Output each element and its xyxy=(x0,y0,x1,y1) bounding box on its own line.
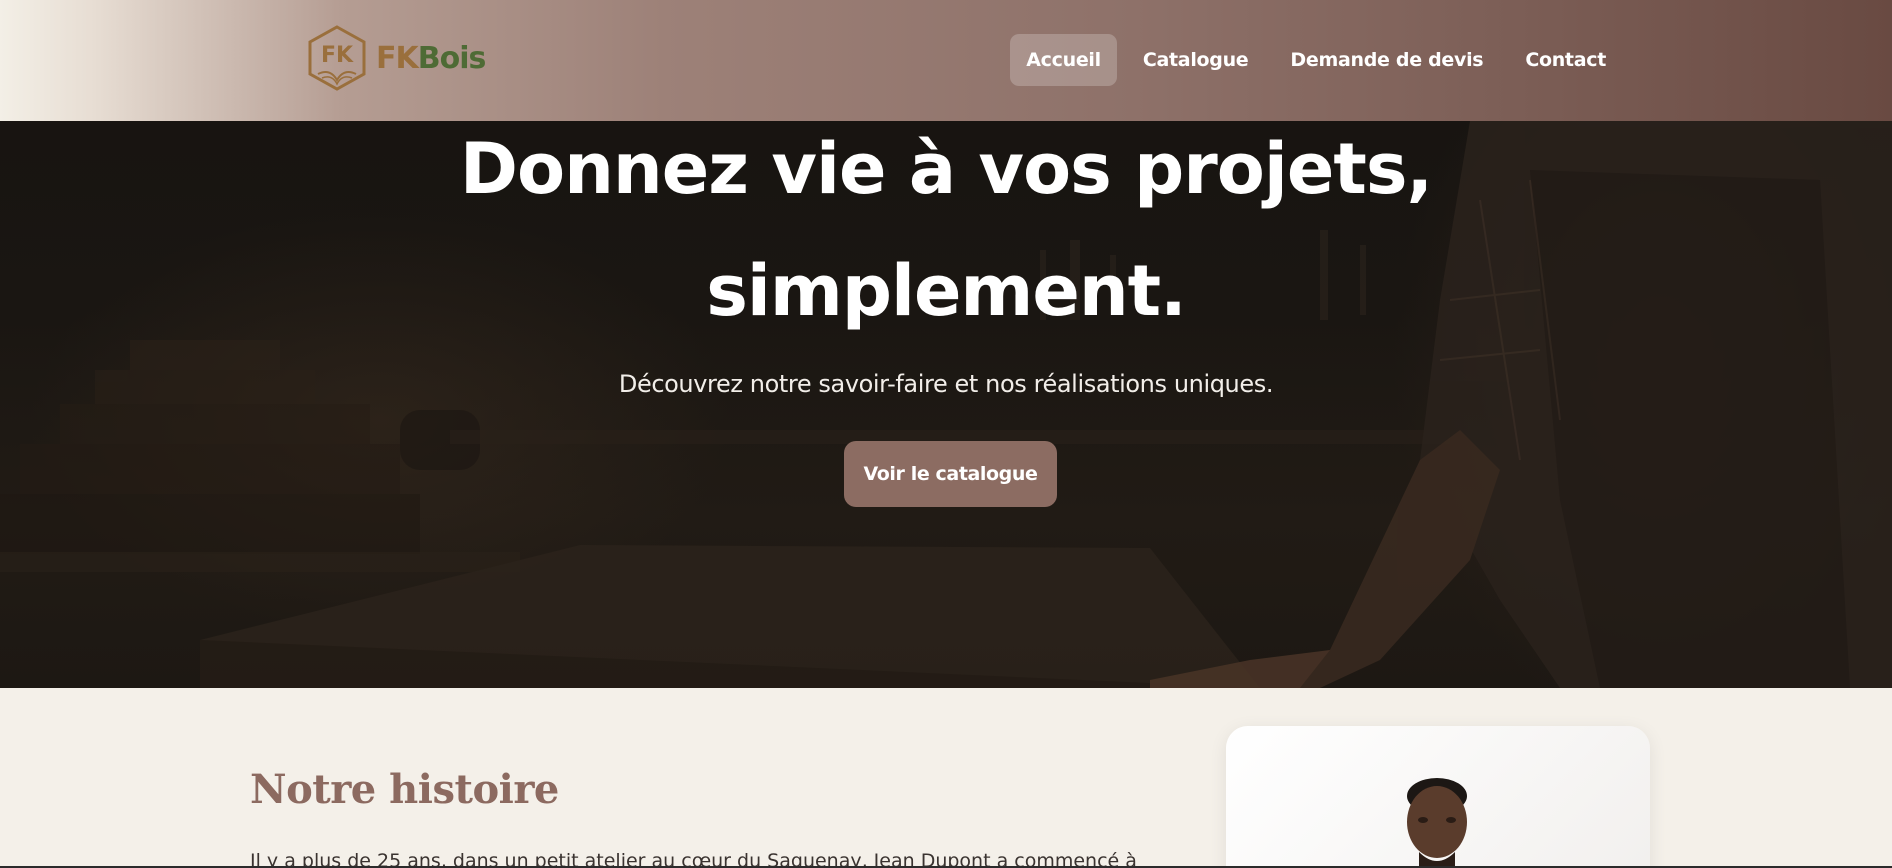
site-header: FK FKBois Accueil Catalogue Demande de d… xyxy=(0,0,1892,121)
about-title: Notre histoire xyxy=(250,766,559,813)
brand-logo[interactable]: FK FKBois xyxy=(306,24,487,92)
founder-portrait-image xyxy=(1407,778,1467,868)
logo-monogram: FK xyxy=(321,43,354,68)
hero-title: Donnez vie à vos projets, simplement. xyxy=(0,108,1892,352)
nav-item-accueil[interactable]: Accueil xyxy=(1010,34,1117,86)
nav-item-contact[interactable]: Contact xyxy=(1509,34,1622,86)
brand-name-part1: FK xyxy=(376,40,419,76)
hero-subtitle: Découvrez notre savoir-faire et nos réal… xyxy=(618,370,1274,398)
hero-title-line2: simplement. xyxy=(706,250,1186,332)
fk-hexagon-logo-icon: FK xyxy=(308,25,366,91)
about-section: Notre histoire Il y a plus de 25 ans, da… xyxy=(0,688,1892,868)
founder-photo-card xyxy=(1226,726,1650,868)
brand-name: FKBois xyxy=(376,40,487,76)
hero-title-line1: Donnez vie à vos projets, xyxy=(459,128,1433,210)
brand-name-part2: Bois xyxy=(417,40,487,76)
main-nav: Accueil Catalogue Demande de devis Conta… xyxy=(1010,34,1622,86)
view-catalogue-button[interactable]: Voir le catalogue xyxy=(844,441,1057,507)
nav-item-catalogue[interactable]: Catalogue xyxy=(1127,34,1265,86)
nav-item-demande-de-devis[interactable]: Demande de devis xyxy=(1274,34,1499,86)
